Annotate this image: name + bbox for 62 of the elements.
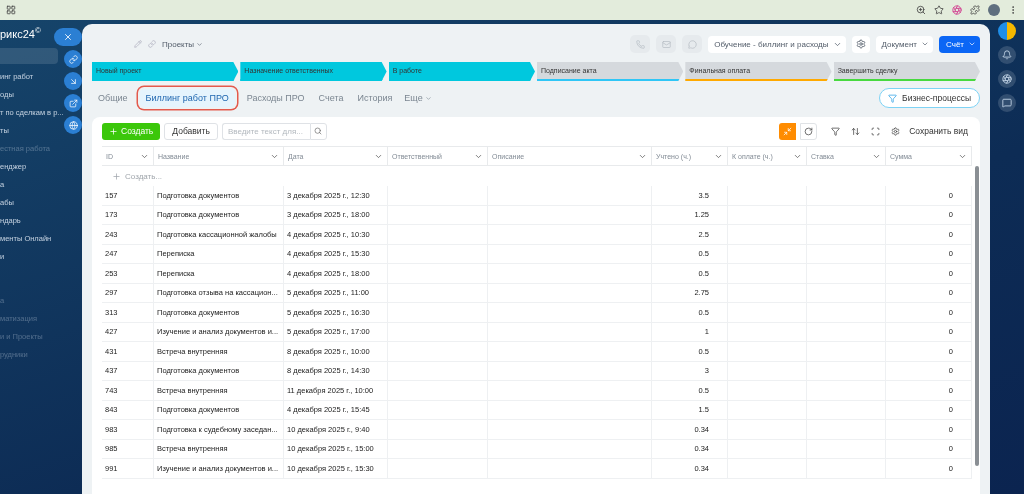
aperture-icon	[1002, 74, 1012, 84]
close-button[interactable]	[54, 28, 82, 46]
plus-icon	[112, 171, 121, 181]
collapse-icon	[783, 126, 793, 136]
phone-icon	[635, 39, 645, 49]
pipeline-selector[interactable]: Обучение - биллинг и расходы	[708, 35, 846, 53]
extensions-icon[interactable]	[970, 5, 980, 15]
funnel-icon	[888, 93, 898, 103]
edit-icon	[134, 40, 142, 48]
bookmark-star-icon[interactable]	[934, 5, 944, 15]
invoice-button[interactable]: Счёт	[939, 35, 980, 53]
minimize-button[interactable]	[64, 72, 82, 90]
settings-button[interactable]	[851, 35, 870, 53]
search-button[interactable]	[309, 122, 327, 140]
arrow-icon	[68, 76, 78, 86]
refresh-icon	[804, 126, 814, 136]
app-logo[interactable]	[998, 22, 1016, 40]
chevron-down-icon	[424, 94, 432, 102]
copy-link-button[interactable]	[64, 50, 82, 68]
filter-icon	[830, 126, 840, 136]
close-icon	[63, 32, 73, 42]
apps-icon[interactable]	[6, 5, 16, 15]
refresh-button[interactable]	[800, 122, 818, 140]
bell-icon	[1002, 50, 1012, 60]
globe-icon	[68, 120, 78, 130]
extension-icon[interactable]	[952, 5, 962, 15]
search-icon	[314, 127, 323, 135]
search-field[interactable]: Введите текст для...	[221, 122, 310, 140]
business-processes-button[interactable]: Бизнес-процессы	[879, 88, 980, 108]
plus-icon	[109, 126, 118, 136]
menu-highlight	[0, 48, 58, 64]
tab[interactable]: Расходы ПРО	[240, 89, 311, 107]
zoom-icon[interactable]	[916, 5, 926, 15]
link-icon	[68, 54, 78, 64]
chat-icon	[687, 39, 697, 49]
notifications-button[interactable]	[998, 46, 1016, 64]
chevron-down-icon	[968, 40, 976, 48]
profile-avatar[interactable]	[988, 4, 1000, 16]
add-button[interactable]: Добавить	[164, 122, 218, 140]
chat-icon	[1002, 98, 1012, 108]
link-icon	[148, 40, 156, 48]
tab[interactable]: История	[351, 89, 399, 107]
globe-button[interactable]	[64, 116, 82, 134]
settings-icon	[855, 39, 866, 49]
portal-logo: рикс24$^{©}$	[0, 25, 41, 42]
sort-icon	[850, 126, 860, 136]
frame-icon	[870, 126, 880, 136]
collapse-button[interactable]	[779, 122, 797, 140]
category-selector[interactable]: Проекты	[162, 39, 204, 49]
open-in-new-window-button[interactable]	[64, 94, 82, 112]
mail-icon	[661, 39, 671, 49]
tab[interactable]: Счета	[312, 89, 350, 107]
tab[interactable]: Общие	[92, 89, 134, 107]
external-link-icon	[68, 98, 78, 108]
tab[interactable]: Биллинг работ ПРО	[139, 89, 235, 107]
document-button[interactable]: Документ	[875, 35, 934, 53]
more-tab[interactable]: Еще	[400, 89, 436, 107]
settings-icon	[890, 126, 900, 136]
chevron-down-icon	[196, 40, 204, 48]
messages-button[interactable]	[998, 94, 1016, 112]
chevron-down-icon	[921, 40, 930, 48]
save-view-button[interactable]: Сохранить вид	[907, 124, 970, 138]
